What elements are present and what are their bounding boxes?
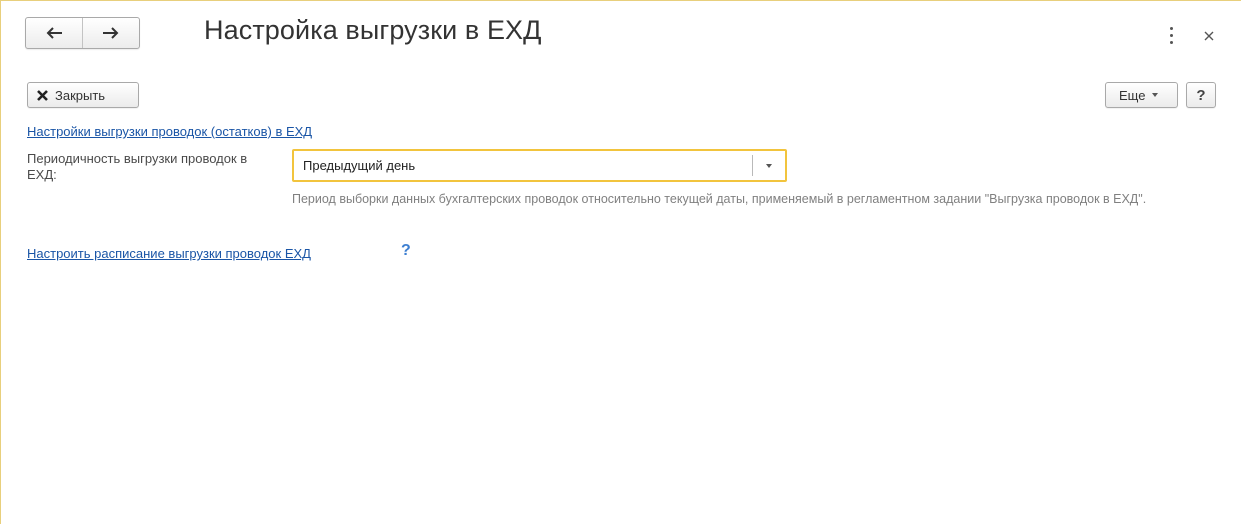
back-button[interactable]	[26, 18, 82, 48]
close-x-icon	[37, 89, 48, 101]
close-button[interactable]: Закрыть	[27, 82, 139, 108]
periodicity-hint: Период выборки данных бухгалтерских пров…	[292, 192, 1147, 206]
close-button-label: Закрыть	[55, 87, 106, 103]
close-icon	[1204, 31, 1214, 41]
page-title: Настройка выгрузки в ЕХД	[204, 15, 542, 45]
forward-button[interactable]	[82, 18, 139, 48]
arrow-left-icon	[46, 27, 62, 39]
more-button-label: Еще	[1119, 87, 1146, 103]
form-window: Настройка выгрузки в ЕХД Закрыть Еще ? Н…	[0, 0, 1241, 524]
navigation-buttons	[25, 17, 140, 49]
chevron-down-icon	[1152, 93, 1159, 97]
periodicity-select-value: Предыдущий день	[303, 158, 416, 173]
upload-settings-link[interactable]: Настройки выгрузки проводок (остатков) в…	[27, 124, 312, 139]
help-button-label: ?	[1196, 86, 1206, 104]
kebab-menu-icon[interactable]	[1165, 25, 1179, 47]
more-button[interactable]: Еще	[1105, 82, 1178, 108]
help-button[interactable]: ?	[1186, 82, 1216, 108]
close-window-button[interactable]	[1201, 28, 1217, 44]
schedule-settings-link[interactable]: Настроить расписание выгрузки проводок Е…	[27, 246, 311, 261]
arrow-right-icon	[103, 27, 119, 39]
dropdown-arrow-button[interactable]	[753, 163, 785, 168]
periodicity-select[interactable]: Предыдущий день	[292, 149, 787, 182]
periodicity-label: Периодичность выгрузки проводок в ЕХД:	[27, 151, 248, 182]
schedule-help-icon[interactable]: ?	[401, 242, 411, 260]
chevron-down-icon	[766, 163, 772, 168]
